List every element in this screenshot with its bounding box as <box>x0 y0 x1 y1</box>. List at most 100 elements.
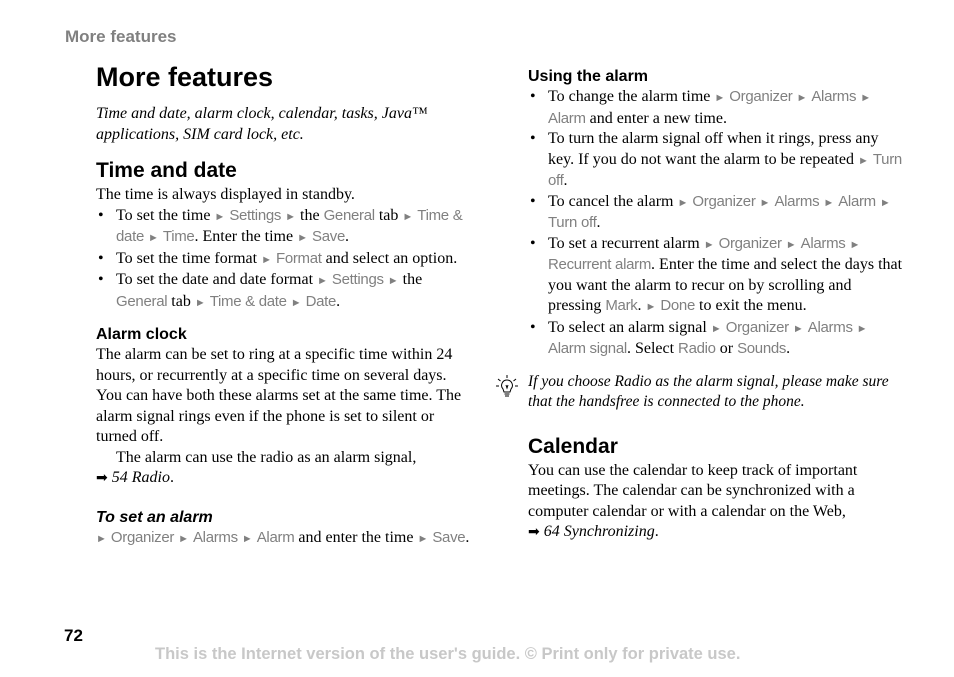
menu-item: Organizer <box>725 318 789 336</box>
menu-arrow-icon: ► <box>214 210 226 223</box>
menu-item: Settings <box>331 271 384 288</box>
menu-item: Time & date <box>209 292 287 310</box>
menu-arrow-icon: ► <box>285 210 297 223</box>
list-item: To set the time format ► Format and sele… <box>96 249 471 271</box>
subsection-heading: Using the alarm <box>528 68 649 85</box>
intro-text: Time and date, alarm clock, calendar, ta… <box>96 105 428 143</box>
text: . <box>563 172 568 189</box>
menu-arrow-icon: ► <box>792 322 804 335</box>
menu-item: Radio <box>678 340 716 357</box>
menu-item: Alarm <box>256 528 295 546</box>
list-item: To set the date and date format ► Settin… <box>96 270 471 313</box>
menu-arrow-icon: ► <box>241 532 253 545</box>
text: To select an alarm signal <box>548 318 711 336</box>
lightbulb-icon <box>496 374 518 396</box>
menu-arrow-icon: ► <box>194 296 206 309</box>
menu-item: Time <box>162 228 195 245</box>
reference-link[interactable]: 54 Radio <box>112 469 170 486</box>
text: tab <box>374 206 403 224</box>
bullet-list: To change the alarm time ► Organizer ► A… <box>528 87 908 360</box>
left-column: Time and date, alarm clock, calendar, ta… <box>96 104 471 549</box>
menu-item: Organizer <box>110 528 175 546</box>
cross-reference: ➡ 54 Radio. <box>96 469 174 486</box>
subsection-heading: Alarm clock <box>96 326 187 343</box>
menu-arrow-icon: ► <box>148 232 159 244</box>
text: . <box>336 292 341 310</box>
reference-arrow-icon: ➡ <box>96 471 108 486</box>
text: To change the alarm time <box>548 88 715 105</box>
radio-note: The alarm can use the radio as an alarm … <box>116 448 417 466</box>
list-item: To set the time ► Settings ► the General… <box>96 206 471 249</box>
menu-arrow-icon: ► <box>290 296 302 309</box>
text: To set the time <box>116 206 215 224</box>
subsection-heading: To set an alarm <box>96 508 213 526</box>
list-item: To set a recurrent alarm ► Organizer ► A… <box>528 234 908 318</box>
alarm-body: The alarm can be set to ring at a specif… <box>96 346 462 445</box>
reference-link[interactable]: 64 Synchronizing <box>544 523 655 540</box>
text: To set the time format <box>116 249 262 267</box>
menu-item: Alarms <box>192 528 238 546</box>
menu-arrow-icon: ► <box>703 238 715 251</box>
menu-item: Alarm <box>548 109 586 127</box>
menu-arrow-icon: ► <box>785 238 797 251</box>
reference-arrow-icon: ➡ <box>528 525 540 540</box>
text: tab <box>167 292 195 310</box>
menu-arrow-icon: ► <box>387 275 399 287</box>
section-using-alarm: Using the alarm To change the alarm time… <box>496 67 908 413</box>
menu-arrow-icon: ► <box>823 196 835 209</box>
text: . <box>596 214 601 231</box>
text: . Enter the time <box>194 228 298 245</box>
cross-reference: ➡ 64 Synchronizing. <box>528 523 659 540</box>
menu-item: Alarms <box>811 88 857 105</box>
list-item: To turn the alarm signal off when it rin… <box>528 129 908 192</box>
tip-text: If you choose Radio as the alarm signal,… <box>528 372 889 411</box>
text: and enter a new time. <box>585 109 727 127</box>
menu-item: General <box>116 292 168 310</box>
set-alarm-steps: ► Organizer ► Alarms ► Alarm and enter t… <box>96 528 471 550</box>
text: and select an option. <box>321 249 458 267</box>
section-heading: Calendar <box>528 434 618 458</box>
menu-arrow-icon: ► <box>178 532 189 545</box>
page-title: More features <box>96 62 274 92</box>
menu-item: Format <box>275 249 322 267</box>
menu-item: Organizer <box>729 88 793 105</box>
menu-item: Save <box>312 228 345 245</box>
text: . <box>345 228 349 245</box>
list-item: To select an alarm signal ► Organizer ► … <box>528 318 908 360</box>
bullet-list: To set the time ► Settings ► the General… <box>96 206 471 314</box>
section-calendar: Calendar You can use the calendar to kee… <box>528 435 908 544</box>
calendar-body: You can use the calendar to keep track o… <box>528 461 858 520</box>
menu-item: Done <box>660 297 696 314</box>
menu-arrow-icon: ► <box>796 92 808 104</box>
text: . <box>786 340 791 357</box>
text: . Select <box>626 340 679 357</box>
menu-arrow-icon: ► <box>261 253 272 266</box>
text: the <box>398 271 423 288</box>
menu-item: Organizer <box>692 192 756 210</box>
menu-arrow-icon: ► <box>849 238 861 251</box>
menu-arrow-icon: ► <box>879 196 891 209</box>
menu-arrow-icon: ► <box>645 301 657 313</box>
menu-item: Recurrent alarm <box>548 256 652 273</box>
text: the <box>296 206 324 224</box>
menu-item: Sounds <box>737 340 787 357</box>
menu-arrow-icon: ► <box>417 532 429 545</box>
footer-notice: This is the Internet version of the user… <box>155 645 741 663</box>
right-column: Using the alarm To change the alarm time… <box>496 67 908 544</box>
list-item: To change the alarm time ► Organizer ► A… <box>528 87 908 129</box>
menu-item: Turn off <box>548 214 597 231</box>
page-number: 72 <box>64 626 83 645</box>
section-alarm-clock: Alarm clock The alarm can be set to ring… <box>96 325 471 549</box>
menu-arrow-icon: ► <box>860 92 872 104</box>
text: or <box>715 340 738 357</box>
menu-item: General <box>323 206 376 224</box>
menu-item: Alarms <box>807 318 853 336</box>
tip-note: If you choose Radio as the alarm signal,… <box>496 372 908 413</box>
menu-item: Alarms <box>800 234 846 252</box>
menu-arrow-icon: ► <box>402 210 414 223</box>
menu-item: Alarm <box>838 192 876 210</box>
text: To set the date and date format <box>116 271 318 288</box>
text: To turn the alarm signal off when it rin… <box>548 130 879 168</box>
menu-arrow-icon: ► <box>677 196 689 209</box>
menu-arrow-icon: ► <box>710 322 722 335</box>
